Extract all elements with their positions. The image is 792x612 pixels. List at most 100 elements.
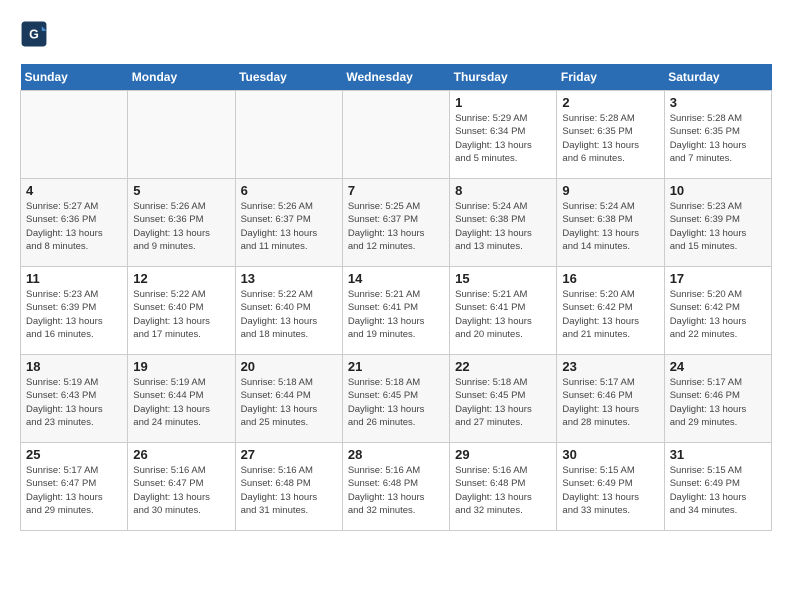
calendar-cell: 27 Sunrise: 5:16 AM Sunset: 6:48 PM Dayli… [235,443,342,531]
calendar-cell [128,91,235,179]
day-info: Sunrise: 5:26 AM Sunset: 6:36 PM Dayligh… [133,200,229,253]
day-info: Sunrise: 5:28 AM Sunset: 6:35 PM Dayligh… [562,112,658,165]
day-info: Sunrise: 5:28 AM Sunset: 6:35 PM Dayligh… [670,112,766,165]
week-row-1: 1Sunrise: 5:29 AM Sunset: 6:34 PM Daylig… [21,91,772,179]
day-number: 15 [455,271,551,286]
weekday-header-saturday: Saturday [664,64,771,91]
week-row-4: 18Sunrise: 5:19 AM Sunset: 6:43 PM Dayli… [21,355,772,443]
day-number: 25 [26,447,122,462]
calendar-cell: 3 Sunrise: 5:28 AM Sunset: 6:35 PM Daylig… [664,91,771,179]
day-info: Sunrise: 5:16 AM Sunset: 6:48 PM Dayligh… [241,464,337,517]
day-info: Sunrise: 5:15 AM Sunset: 6:49 PM Dayligh… [670,464,766,517]
day-number: 13 [241,271,337,286]
calendar-cell: 15 Sunrise: 5:21 AM Sunset: 6:41 PM Dayli… [450,267,557,355]
weekday-header-friday: Friday [557,64,664,91]
day-info: Sunrise: 5:17 AM Sunset: 6:46 PM Dayligh… [670,376,766,429]
calendar-cell: 2 Sunrise: 5:28 AM Sunset: 6:35 PM Daylig… [557,91,664,179]
day-number: 21 [348,359,444,374]
day-info: Sunrise: 5:23 AM Sunset: 6:39 PM Dayligh… [670,200,766,253]
calendar-cell: 1Sunrise: 5:29 AM Sunset: 6:34 PM Daylig… [450,91,557,179]
weekday-header-tuesday: Tuesday [235,64,342,91]
day-info: Sunrise: 5:29 AM Sunset: 6:34 PM Dayligh… [455,112,551,165]
day-number: 29 [455,447,551,462]
day-info: Sunrise: 5:20 AM Sunset: 6:42 PM Dayligh… [670,288,766,341]
day-info: Sunrise: 5:16 AM Sunset: 6:48 PM Dayligh… [348,464,444,517]
day-info: Sunrise: 5:17 AM Sunset: 6:46 PM Dayligh… [562,376,658,429]
week-row-5: 25 Sunrise: 5:17 AM Sunset: 6:47 PM Dayli… [21,443,772,531]
day-info: Sunrise: 5:27 AM Sunset: 6:36 PM Dayligh… [26,200,122,253]
day-info: Sunrise: 5:23 AM Sunset: 6:39 PM Dayligh… [26,288,122,341]
calendar-cell: 10 Sunrise: 5:23 AM Sunset: 6:39 PM Dayli… [664,179,771,267]
day-info: Sunrise: 5:21 AM Sunset: 6:41 PM Dayligh… [348,288,444,341]
day-info: Sunrise: 5:22 AM Sunset: 6:40 PM Dayligh… [241,288,337,341]
day-number: 19 [133,359,229,374]
day-number: 28 [348,447,444,462]
day-info: Sunrise: 5:20 AM Sunset: 6:42 PM Dayligh… [562,288,658,341]
day-number: 9 [562,183,658,198]
day-number: 20 [241,359,337,374]
day-number: 10 [670,183,766,198]
day-number: 8 [455,183,551,198]
day-number: 31 [670,447,766,462]
calendar-cell: 8 Sunrise: 5:24 AM Sunset: 6:38 PM Daylig… [450,179,557,267]
calendar-cell: 19Sunrise: 5:19 AM Sunset: 6:44 PM Dayli… [128,355,235,443]
day-number: 16 [562,271,658,286]
calendar-cell: 11Sunrise: 5:23 AM Sunset: 6:39 PM Dayli… [21,267,128,355]
day-number: 23 [562,359,658,374]
day-number: 18 [26,359,122,374]
day-number: 14 [348,271,444,286]
day-info: Sunrise: 5:18 AM Sunset: 6:45 PM Dayligh… [455,376,551,429]
calendar-cell: 21 Sunrise: 5:18 AM Sunset: 6:45 PM Dayli… [342,355,449,443]
calendar-cell: 17 Sunrise: 5:20 AM Sunset: 6:42 PM Dayli… [664,267,771,355]
weekday-header-thursday: Thursday [450,64,557,91]
day-info: Sunrise: 5:16 AM Sunset: 6:48 PM Dayligh… [455,464,551,517]
calendar-cell: 6Sunrise: 5:26 AM Sunset: 6:37 PM Daylig… [235,179,342,267]
calendar-cell: 12 Sunrise: 5:22 AM Sunset: 6:40 PM Dayli… [128,267,235,355]
day-info: Sunrise: 5:17 AM Sunset: 6:47 PM Dayligh… [26,464,122,517]
calendar-cell [235,91,342,179]
day-number: 24 [670,359,766,374]
day-number: 7 [348,183,444,198]
calendar-cell: 20 Sunrise: 5:18 AM Sunset: 6:44 PM Dayli… [235,355,342,443]
day-info: Sunrise: 5:24 AM Sunset: 6:38 PM Dayligh… [455,200,551,253]
day-number: 3 [670,95,766,110]
day-number: 22 [455,359,551,374]
calendar-cell: 9 Sunrise: 5:24 AM Sunset: 6:38 PM Daylig… [557,179,664,267]
week-row-2: 4 Sunrise: 5:27 AM Sunset: 6:36 PM Daylig… [21,179,772,267]
calendar-cell: 13 Sunrise: 5:22 AM Sunset: 6:40 PM Dayli… [235,267,342,355]
day-info: Sunrise: 5:22 AM Sunset: 6:40 PM Dayligh… [133,288,229,341]
day-info: Sunrise: 5:25 AM Sunset: 6:37 PM Dayligh… [348,200,444,253]
calendar-cell: 31 Sunrise: 5:15 AM Sunset: 6:49 PM Dayli… [664,443,771,531]
day-info: Sunrise: 5:21 AM Sunset: 6:41 PM Dayligh… [455,288,551,341]
weekday-header-sunday: Sunday [21,64,128,91]
calendar-cell [342,91,449,179]
calendar-cell: 18Sunrise: 5:19 AM Sunset: 6:43 PM Dayli… [21,355,128,443]
calendar-cell: 4 Sunrise: 5:27 AM Sunset: 6:36 PM Daylig… [21,179,128,267]
calendar-cell: 30Sunrise: 5:15 AM Sunset: 6:49 PM Dayli… [557,443,664,531]
day-number: 26 [133,447,229,462]
calendar-cell: 5Sunrise: 5:26 AM Sunset: 6:36 PM Daylig… [128,179,235,267]
page-header: G [20,20,772,48]
week-row-3: 11Sunrise: 5:23 AM Sunset: 6:39 PM Dayli… [21,267,772,355]
day-number: 2 [562,95,658,110]
logo-icon: G [20,20,48,48]
weekday-header-wednesday: Wednesday [342,64,449,91]
calendar-cell: 26Sunrise: 5:16 AM Sunset: 6:47 PM Dayli… [128,443,235,531]
calendar-cell: 24 Sunrise: 5:17 AM Sunset: 6:46 PM Dayli… [664,355,771,443]
calendar-cell: 22 Sunrise: 5:18 AM Sunset: 6:45 PM Dayli… [450,355,557,443]
day-number: 17 [670,271,766,286]
svg-text:G: G [29,28,39,42]
calendar-cell: 29 Sunrise: 5:16 AM Sunset: 6:48 PM Dayli… [450,443,557,531]
day-number: 4 [26,183,122,198]
calendar-table: SundayMondayTuesdayWednesdayThursdayFrid… [20,64,772,531]
day-number: 12 [133,271,229,286]
day-info: Sunrise: 5:18 AM Sunset: 6:45 PM Dayligh… [348,376,444,429]
calendar-cell: 28 Sunrise: 5:16 AM Sunset: 6:48 PM Dayli… [342,443,449,531]
calendar-cell: 25 Sunrise: 5:17 AM Sunset: 6:47 PM Dayli… [21,443,128,531]
weekday-header-row: SundayMondayTuesdayWednesdayThursdayFrid… [21,64,772,91]
day-info: Sunrise: 5:18 AM Sunset: 6:44 PM Dayligh… [241,376,337,429]
weekday-header-monday: Monday [128,64,235,91]
day-info: Sunrise: 5:24 AM Sunset: 6:38 PM Dayligh… [562,200,658,253]
day-number: 27 [241,447,337,462]
day-number: 6 [241,183,337,198]
